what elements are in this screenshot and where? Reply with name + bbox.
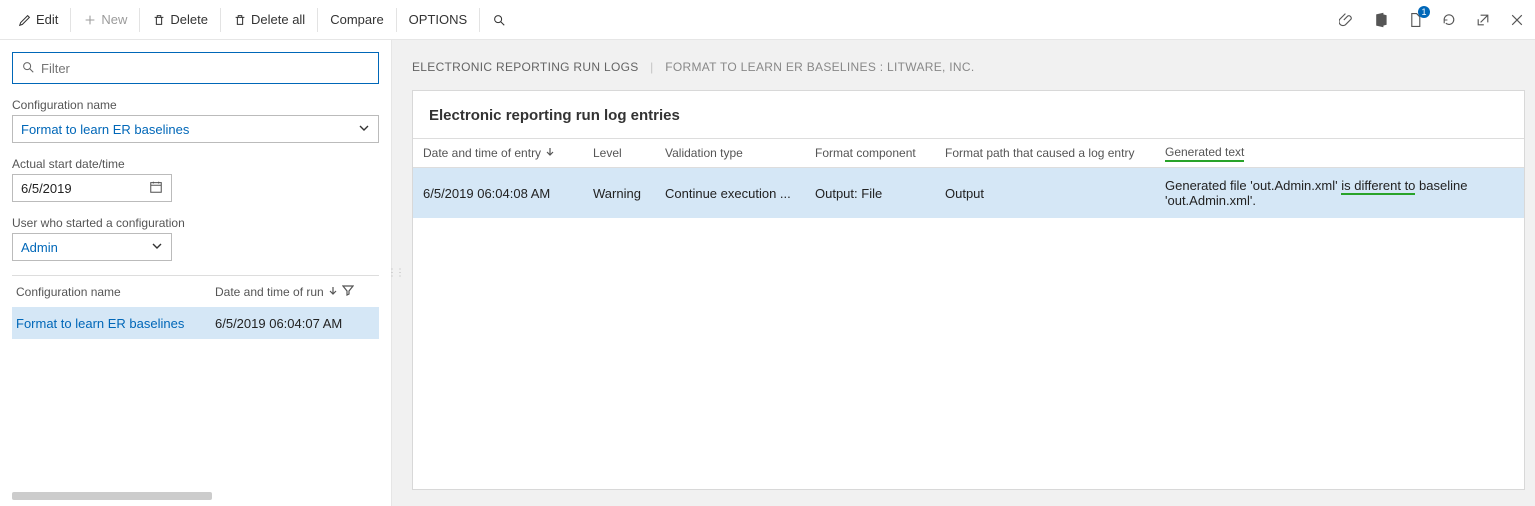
row-datetime: 6/5/2019 06:04:07 AM: [215, 316, 375, 331]
delete-all-button[interactable]: Delete all: [223, 0, 315, 40]
col-date[interactable]: Date and time of entry: [423, 146, 593, 160]
toolbar-left: Edit New Delete Delete all Compare: [8, 0, 1337, 40]
list-head-datetime-label: Date and time of run: [215, 285, 324, 299]
close-icon[interactable]: [1507, 10, 1527, 30]
toolbar: Edit New Delete Delete all Compare: [0, 0, 1535, 40]
options-button[interactable]: OPTIONS: [399, 0, 478, 40]
separator: [317, 8, 318, 32]
list-head-config[interactable]: Configuration name: [16, 285, 215, 299]
delete-all-label: Delete all: [251, 12, 305, 27]
col-validation[interactable]: Validation type: [665, 146, 815, 160]
filter-box[interactable]: [12, 52, 379, 84]
pane-drag-handle[interactable]: ⋮⋮: [387, 268, 403, 279]
delete-label: Delete: [170, 12, 208, 27]
search-icon: [492, 13, 506, 27]
cell-component: Output: File: [815, 186, 945, 201]
grid-head: Date and time of entry Level Validation …: [413, 138, 1524, 168]
start-date-label: Actual start date/time: [12, 157, 379, 171]
refresh-icon[interactable]: [1439, 10, 1459, 30]
user-value: Admin: [21, 240, 58, 255]
pencil-icon: [18, 13, 32, 27]
cell-validation: Continue execution ...: [665, 186, 815, 201]
cell-generated: Generated file 'out.Admin.xml' is differ…: [1165, 178, 1520, 208]
col-path[interactable]: Format path that caused a log entry: [945, 146, 1165, 160]
sidebar-list-head: Configuration name Date and time of run: [12, 275, 379, 307]
separator: [479, 8, 480, 32]
horizontal-scrollbar[interactable]: [12, 492, 212, 500]
separator: [139, 8, 140, 32]
col-level[interactable]: Level: [593, 146, 665, 160]
edit-label: Edit: [36, 12, 58, 27]
plus-icon: [83, 13, 97, 27]
log-panel: Electronic reporting run log entries Dat…: [412, 90, 1525, 490]
compare-label: Compare: [330, 12, 383, 27]
grid-row[interactable]: 6/5/2019 06:04:08 AM Warning Continue ex…: [413, 168, 1524, 218]
options-label: OPTIONS: [409, 12, 468, 27]
user-dropdown[interactable]: Admin: [12, 233, 172, 261]
col-date-label: Date and time of entry: [423, 146, 541, 160]
gen-text-highlight: is different to: [1341, 178, 1415, 195]
new-button[interactable]: New: [73, 0, 137, 40]
gen-text-pre: Generated file 'out.Admin.xml': [1165, 178, 1341, 193]
calendar-icon[interactable]: [149, 180, 163, 197]
chevron-down-icon: [358, 122, 370, 137]
breadcrumb-root[interactable]: Electronic reporting run logs: [412, 60, 639, 74]
config-name-value: Format to learn ER baselines: [21, 122, 189, 137]
separator: [396, 8, 397, 32]
sidebar-list-row[interactable]: Format to learn ER baselines 6/5/2019 06…: [12, 307, 379, 339]
filter-icon[interactable]: [342, 284, 354, 299]
filter-input[interactable]: [35, 61, 370, 76]
cell-level: Warning: [593, 186, 665, 201]
popout-icon[interactable]: [1473, 10, 1493, 30]
panel-title: Electronic reporting run log entries: [413, 107, 1524, 138]
start-date-input[interactable]: 6/5/2019: [12, 174, 172, 202]
breadcrumb-separator: |: [642, 60, 661, 74]
office-icon[interactable]: [1371, 10, 1391, 30]
trash-icon: [152, 13, 166, 27]
attachments-icon[interactable]: [1337, 10, 1357, 30]
user-label: User who started a configuration: [12, 216, 379, 230]
separator: [220, 8, 221, 32]
config-name-label: Configuration name: [12, 98, 379, 112]
config-name-dropdown[interactable]: Format to learn ER baselines: [12, 115, 379, 143]
row-config-name: Format to learn ER baselines: [16, 316, 215, 331]
start-date-value: 6/5/2019: [21, 181, 72, 196]
compare-button[interactable]: Compare: [320, 0, 393, 40]
cell-path: Output: [945, 186, 1165, 201]
breadcrumb-leaf: Format to learn ER baselines : Litware, …: [665, 60, 974, 74]
search-icon: [21, 60, 35, 77]
arrow-down-icon: [328, 285, 338, 299]
arrow-down-icon: [545, 146, 555, 160]
delete-button[interactable]: Delete: [142, 0, 218, 40]
breadcrumb: Electronic reporting run logs | Format t…: [412, 60, 1525, 74]
toolbar-right: 1: [1337, 10, 1527, 30]
notification-badge: 1: [1418, 6, 1430, 18]
cell-date: 6/5/2019 06:04:08 AM: [423, 186, 593, 201]
trash-icon: [233, 13, 247, 27]
col-generated-label: Generated text: [1165, 145, 1244, 162]
log-grid: Date and time of entry Level Validation …: [413, 138, 1524, 489]
col-component[interactable]: Format component: [815, 146, 945, 160]
new-label: New: [101, 12, 127, 27]
chevron-down-icon: [151, 240, 163, 255]
documents-icon[interactable]: 1: [1405, 10, 1425, 30]
content: ⋮⋮ Electronic reporting run logs | Forma…: [392, 40, 1535, 506]
col-generated[interactable]: Generated text: [1165, 145, 1520, 162]
sidebar: Configuration name Format to learn ER ba…: [0, 40, 392, 506]
edit-button[interactable]: Edit: [8, 0, 68, 40]
toolbar-search-button[interactable]: [482, 0, 516, 40]
separator: [70, 8, 71, 32]
main: Configuration name Format to learn ER ba…: [0, 40, 1535, 506]
list-head-datetime[interactable]: Date and time of run: [215, 284, 375, 299]
